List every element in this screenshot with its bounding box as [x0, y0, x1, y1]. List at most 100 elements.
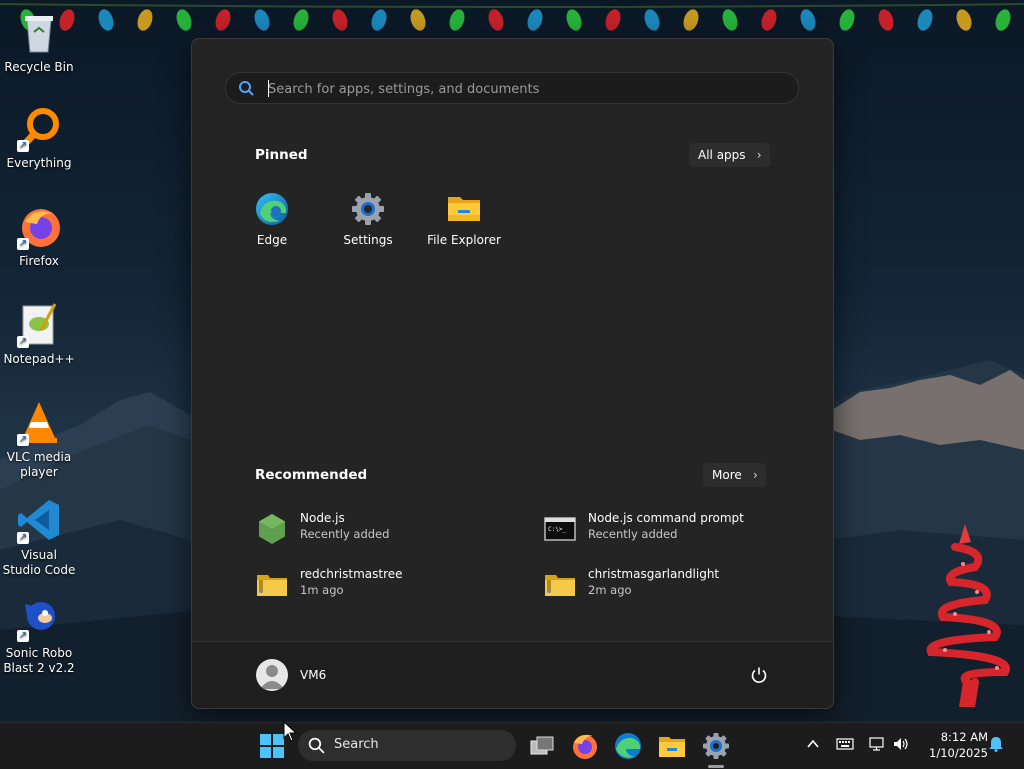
recommended-item-name: redchristmastree [300, 567, 403, 581]
search-icon [308, 737, 325, 754]
desktop-icon-firefox[interactable]: ↗ Firefox [2, 202, 76, 269]
recommended-item-sub: Recently added [588, 527, 678, 541]
garland-bulb [917, 9, 933, 31]
recommended-item-name: Node.js command prompt [588, 511, 744, 525]
mouse-cursor-icon [283, 721, 298, 742]
shortcut-arrow-icon: ↗ [17, 140, 29, 152]
garland-bulb [839, 9, 855, 31]
christmas-tree-decoration [926, 524, 1010, 707]
taskbar-firefox-icon[interactable] [569, 730, 601, 762]
desktop-icon-label: VLC media player [6, 450, 72, 479]
recommended-item-sub: Recently added [300, 527, 390, 541]
start-search-box[interactable] [225, 72, 799, 104]
pinned-title: Pinned [255, 147, 308, 163]
garland-bulb [449, 9, 465, 31]
taskbar-search-label: Search [334, 737, 379, 752]
clock-time: 8:12 AM [940, 730, 988, 744]
recommended-item-sub: 2m ago [588, 583, 632, 597]
recycle-bin-icon [15, 8, 63, 56]
firefox-icon: ↗ [15, 202, 63, 250]
volume-icon[interactable] [892, 736, 910, 752]
start-search-input[interactable] [266, 76, 790, 102]
vlc-icon: ↗ [15, 398, 63, 446]
desktop-icon-notepadpp[interactable]: ↗ Notepad++ [2, 300, 76, 367]
shortcut-arrow-icon: ↗ [17, 532, 29, 544]
garland-bulb [254, 9, 270, 31]
task-view-icon[interactable] [526, 730, 558, 762]
recommended-item-christmasgarlandlight[interactable]: christmasgarlandlight 2m ago [544, 565, 824, 605]
garland-bulb [98, 9, 114, 31]
pinned-app-file-explorer[interactable]: File Explorer [419, 191, 509, 247]
garland-bulb [176, 9, 192, 31]
taskbar-edge-icon[interactable] [612, 730, 644, 762]
chevron-up-icon[interactable] [805, 736, 821, 752]
chevron-right-icon: › [752, 468, 758, 482]
recommended-item-redchristmastree[interactable]: redchristmastree 1m ago [256, 565, 536, 605]
desktop-icon-label: Everything [6, 156, 72, 170]
vscode-icon: ↗ [15, 496, 63, 544]
garland-bulb [800, 9, 816, 31]
garland-bulb [410, 9, 426, 31]
garland-bulb [683, 9, 699, 31]
desktop-icon-everything[interactable]: ↗ Everything [2, 104, 76, 171]
power-icon[interactable] [750, 666, 768, 684]
taskbar-search-box[interactable]: Search [298, 730, 516, 761]
desktop-icon-recycle-bin[interactable]: Recycle Bin [2, 8, 76, 75]
garland-bulb [488, 9, 504, 31]
pinned-app-label: Edge [256, 233, 288, 247]
notification-bell-icon[interactable] [988, 736, 1004, 752]
chevron-right-icon: › [756, 148, 762, 162]
shortcut-arrow-icon: ↗ [17, 434, 29, 446]
garland-bulb [332, 9, 348, 31]
recommended-title: Recommended [255, 467, 368, 483]
zip-folder-icon [257, 575, 287, 596]
desktop-icon-vscode[interactable]: ↗ Visual Studio Code [2, 496, 76, 578]
user-name[interactable]: VM6 [300, 668, 326, 682]
all-apps-button[interactable]: All apps › [689, 143, 770, 167]
taskbar-clock[interactable]: 8:12 AM 1/10/2025 [918, 729, 988, 761]
clock-date: 1/10/2025 [929, 746, 988, 760]
garland-bulb [371, 9, 387, 31]
search-icon [239, 81, 254, 96]
recommended-item-nodejs-cmd[interactable]: C:\>_ Node.js command prompt Recently ad… [544, 509, 824, 549]
folder-icon [446, 191, 482, 227]
svg-text:C:\>_: C:\>_ [548, 526, 566, 533]
desktop-icon-label: Firefox [19, 254, 59, 268]
nodejs-icon [259, 514, 285, 544]
more-label: More [712, 468, 742, 482]
sonic-icon: ↗ [15, 594, 63, 642]
taskbar: Search 8:12 AM 1/10/2025 [0, 722, 1024, 769]
desktop-icon-label: Recycle Bin [4, 60, 74, 74]
christmas-garland-lights [0, 3, 1024, 31]
garland-bulb [995, 9, 1011, 31]
garland-bulb [878, 9, 894, 31]
pinned-app-edge[interactable]: Edge [227, 191, 317, 247]
desktop-icon-label: Sonic Robo Blast 2 v2.2 [3, 646, 75, 675]
network-icon[interactable] [868, 736, 886, 752]
garland-bulb [761, 9, 777, 31]
pinned-app-label: File Explorer [427, 233, 501, 247]
recommended-item-name: christmasgarlandlight [588, 567, 720, 581]
shortcut-arrow-icon: ↗ [17, 630, 29, 642]
shortcut-arrow-icon: ↗ [17, 336, 29, 348]
recommended-item-name: Node.js [300, 511, 345, 525]
all-apps-label: All apps [698, 148, 746, 162]
desktop-icon-sonic[interactable]: ↗ Sonic Robo Blast 2 v2.2 [2, 594, 76, 676]
taskbar-settings-icon[interactable] [700, 730, 732, 762]
everything-icon: ↗ [15, 104, 63, 152]
pinned-app-label: Settings [343, 233, 393, 247]
garland-bulb [644, 9, 660, 31]
keyboard-icon[interactable] [836, 736, 854, 752]
garland-bulb [956, 9, 972, 31]
start-menu: Pinned All apps › Edge Settings File Exp… [191, 38, 834, 709]
more-button[interactable]: More › [703, 463, 766, 487]
text-caret [268, 80, 269, 97]
start-menu-footer: VM6 [192, 641, 833, 708]
garland-bulb [293, 9, 309, 31]
pinned-app-settings[interactable]: Settings [323, 191, 413, 247]
recommended-item-nodejs[interactable]: Node.js Recently added [256, 509, 536, 549]
user-avatar-icon[interactable] [256, 659, 288, 691]
desktop-icon-vlc[interactable]: ↗ VLC media player [2, 398, 76, 480]
taskbar-file-explorer-icon[interactable] [656, 730, 688, 762]
shortcut-arrow-icon: ↗ [17, 238, 29, 250]
